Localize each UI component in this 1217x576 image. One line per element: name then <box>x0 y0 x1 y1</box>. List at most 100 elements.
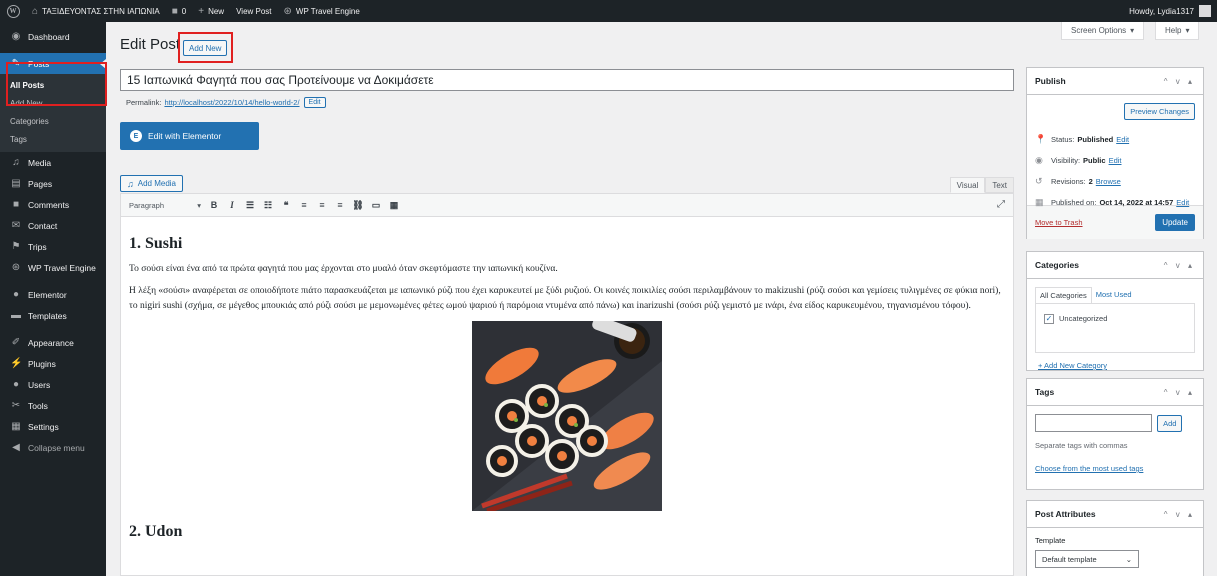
box-order-arrows-icon[interactable]: ^ v ▴ <box>1164 388 1195 397</box>
revisions-clock-icon: ↺ <box>1035 176 1043 186</box>
numbered-list-icon[interactable]: ☷ <box>261 198 275 212</box>
menu-collapse[interactable]: ◀ Collapse menu <box>0 437 106 458</box>
menu-wp-travel-engine[interactable]: ⊛ WP Travel Engine <box>0 257 106 278</box>
menu-trips[interactable]: ⚑ Trips <box>0 236 106 257</box>
sushi-image[interactable] <box>472 321 662 511</box>
editor-content[interactable]: 1. Sushi Το σούσι είναι ένα από τα πρώτα… <box>120 217 1014 576</box>
wordpress-logo-menu[interactable]: W <box>0 0 26 22</box>
align-center-icon[interactable]: ≡ <box>315 198 329 212</box>
post-editor: ♫ Add Media Visual Text Paragraph ▾ B I … <box>120 172 1014 576</box>
posts-submenu: All Posts Add New Categories Tags <box>0 74 106 152</box>
help-button[interactable]: Help ▾ <box>1155 22 1200 40</box>
align-left-icon[interactable]: ≡ <box>297 198 311 212</box>
update-button[interactable]: Update <box>1155 214 1195 231</box>
bold-icon[interactable]: B <box>207 198 221 212</box>
wp-travel-engine-label: WP Travel Engine <box>295 6 360 16</box>
link-icon[interactable]: ⛓ <box>351 198 365 212</box>
revisions-browse-link[interactable]: Browse <box>1096 177 1121 186</box>
help-label: Help <box>1165 26 1182 35</box>
published-on-edit-link[interactable]: Edit <box>1176 198 1189 207</box>
trips-icon: ⚑ <box>11 241 21 252</box>
menu-tools[interactable]: ✂ Tools <box>0 395 106 416</box>
format-select[interactable]: Paragraph ▾ <box>129 201 201 210</box>
format-value: Paragraph <box>129 200 165 210</box>
menu-trips-label: Trips <box>28 241 47 252</box>
read-more-icon[interactable]: ▭ <box>369 198 383 212</box>
view-post-link[interactable]: View Post <box>230 0 277 22</box>
travel-engine-icon: ⊛ <box>11 262 21 273</box>
fullscreen-icon[interactable]: ⤢ <box>997 199 1005 210</box>
tab-visual[interactable]: Visual <box>949 177 986 193</box>
post-title-input[interactable]: 15 Ιαπωνικά Φαγητά που σας Προτείνουμε ν… <box>120 69 1014 91</box>
move-to-trash-link[interactable]: Move to Trash <box>1035 218 1083 227</box>
template-select[interactable]: Default template ⌄ <box>1035 550 1139 568</box>
settings-icon: ▦ <box>11 421 21 432</box>
uncategorized-checkbox[interactable]: ✓ <box>1044 314 1054 324</box>
bulleted-list-icon[interactable]: ☰ <box>243 198 257 212</box>
site-name-menu[interactable]: ⌂ ΤΑΞΙΔΕΥΟΝΤΑΣ ΣΤΗΝ ΙΑΠΩΝΙΑ <box>26 0 166 22</box>
tab-most-used[interactable]: Most Used <box>1092 287 1136 303</box>
italic-icon[interactable]: I <box>225 198 239 212</box>
preview-changes-button[interactable]: Preview Changes <box>1124 103 1195 120</box>
add-media-label: Add Media <box>137 179 176 188</box>
add-new-button[interactable]: Add New <box>183 40 228 56</box>
visibility-edit-link[interactable]: Edit <box>1109 156 1122 165</box>
new-content-menu[interactable]: + New <box>192 0 230 22</box>
comments-menu[interactable]: ■ 0 <box>166 0 193 22</box>
submenu-categories[interactable]: Categories <box>0 112 106 130</box>
folder-icon: ▬ <box>11 310 21 321</box>
add-tag-button[interactable]: Add <box>1157 414 1183 432</box>
box-order-arrows-icon[interactable]: ^ v ▴ <box>1164 510 1195 519</box>
menu-media[interactable]: ♫ Media <box>0 152 106 173</box>
post-title-value: 15 Ιαπωνικά Φαγητά που σας Προτείνουμε ν… <box>127 73 434 87</box>
align-right-icon[interactable]: ≡ <box>333 198 347 212</box>
menu-pages[interactable]: ▤ Pages <box>0 173 106 194</box>
edit-with-elementor-button[interactable]: E Edit with Elementor <box>120 122 259 150</box>
permalink-edit-button[interactable]: Edit <box>303 97 326 108</box>
menu-comments[interactable]: ■ Comments <box>0 194 106 215</box>
screen-options-button[interactable]: Screen Options ▾ <box>1061 22 1145 40</box>
toolbar-toggle-icon[interactable]: ▦ <box>387 198 401 212</box>
publish-box-header[interactable]: Publish ^ v ▴ <box>1027 68 1203 95</box>
tag-input[interactable] <box>1035 414 1152 432</box>
menu-appearance[interactable]: ✐ Appearance <box>0 332 106 353</box>
plus-icon: + <box>198 5 205 17</box>
comment-bubble-icon: ■ <box>171 5 178 17</box>
tab-all-categories[interactable]: All Categories <box>1035 287 1092 303</box>
publish-actions: Move to Trash Update <box>1027 205 1203 239</box>
editor-toolbar: Paragraph ▾ B I ☰ ☷ ❝ ≡ ≡ ≡ ⛓ ▭ ▦ ⤢ <box>120 193 1014 217</box>
menu-plugins[interactable]: ⚡ Plugins <box>0 353 106 374</box>
status-value: Published <box>1077 135 1114 144</box>
menu-dashboard[interactable]: ◉ Dashboard <box>0 26 106 47</box>
publish-box: Publish ^ v ▴ Preview Changes 📍 Status: … <box>1026 67 1204 239</box>
box-order-arrows-icon[interactable]: ^ v ▴ <box>1164 77 1195 86</box>
status-edit-link[interactable]: Edit <box>1116 135 1129 144</box>
add-media-button[interactable]: ♫ Add Media <box>120 175 183 192</box>
submenu-tags[interactable]: Tags <box>0 130 106 148</box>
content-heading-udon: 2. Udon <box>129 523 183 540</box>
wp-travel-engine-menu[interactable]: ⊛ WP Travel Engine <box>278 0 366 22</box>
screen-options-label: Screen Options <box>1071 26 1127 35</box>
categories-box-header[interactable]: Categories ^ v ▴ <box>1027 252 1203 279</box>
menu-posts[interactable]: ✎ Posts <box>0 53 106 74</box>
choose-most-used-tags-link[interactable]: Choose from the most used tags <box>1035 464 1195 473</box>
permalink-url[interactable]: http://localhost/2022/10/14/hello-world-… <box>164 98 299 107</box>
post-attributes-box-header[interactable]: Post Attributes ^ v ▴ <box>1027 501 1203 528</box>
tags-box-header[interactable]: Tags ^ v ▴ <box>1027 379 1203 406</box>
submenu-all-posts[interactable]: All Posts <box>0 76 106 94</box>
box-order-arrows-icon[interactable]: ^ v ▴ <box>1164 261 1195 270</box>
tab-text[interactable]: Text <box>985 177 1014 193</box>
categories-box-title: Categories <box>1035 260 1079 270</box>
template-label: Template <box>1035 536 1066 545</box>
submenu-add-new[interactable]: Add New <box>0 94 106 112</box>
menu-elementor[interactable]: ● Elementor <box>0 284 106 305</box>
blockquote-icon[interactable]: ❝ <box>279 198 293 212</box>
add-new-category-link[interactable]: + Add New Category <box>1038 361 1195 370</box>
menu-settings[interactable]: ▦ Settings <box>0 416 106 437</box>
home-icon: ⌂ <box>32 5 39 17</box>
menu-templates[interactable]: ▬ Templates <box>0 305 106 326</box>
wordpress-icon: W <box>6 4 20 18</box>
menu-users[interactable]: ● Users <box>0 374 106 395</box>
menu-contact[interactable]: ✉ Contact <box>0 215 106 236</box>
my-account-menu[interactable]: Howdy, Lydia1317 <box>1123 0 1217 22</box>
